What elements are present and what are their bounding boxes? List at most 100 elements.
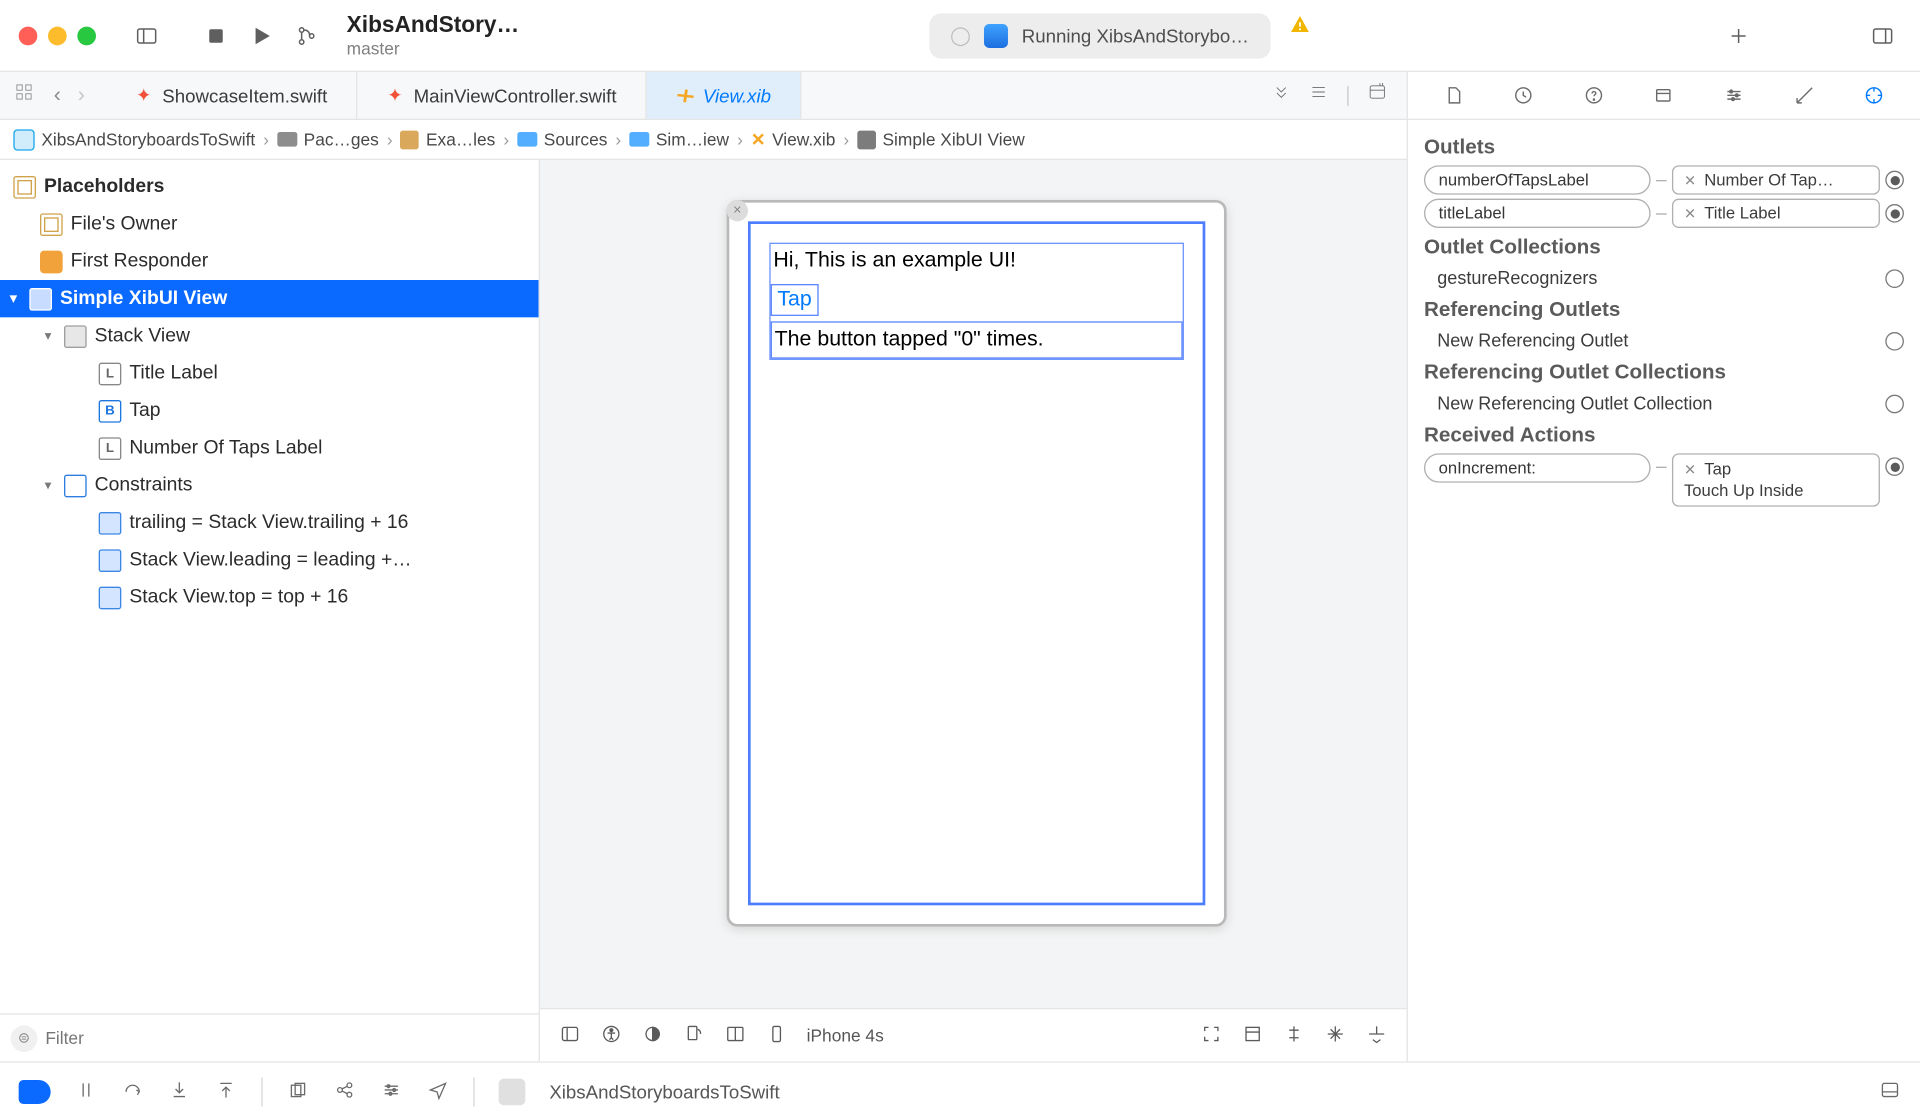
chevron-down-icon[interactable]: ▾	[5, 291, 21, 306]
outline-first-responder[interactable]: First Responder	[0, 243, 539, 280]
simulate-location-button[interactable]	[427, 1078, 450, 1105]
app-project-icon	[13, 129, 34, 150]
device-button[interactable]	[765, 1022, 788, 1049]
xib-icon: ✕	[671, 82, 698, 109]
chevron-down-icon[interactable]: ▾	[40, 329, 56, 344]
ib-canvas: × Hi, This is an example UI! Tap The but…	[540, 160, 1407, 1061]
filter-icon[interactable]: ⊜	[11, 1025, 38, 1052]
outline-label: Simple XibUI View	[60, 288, 227, 309]
crumb-viewxib[interactable]: ✕View.xib	[751, 129, 835, 150]
stop-button[interactable]	[197, 17, 234, 54]
step-into-button[interactable]	[168, 1078, 191, 1105]
crumb-simview[interactable]: Sim…iew	[629, 129, 729, 149]
related-items-button[interactable]	[13, 81, 34, 109]
outline-constraint-3[interactable]: Stack View.top = top + 16	[0, 579, 539, 616]
outline-root-view[interactable]: ▾ Simple XibUI View	[0, 280, 539, 317]
outline-stack-view[interactable]: ▾ Stack View	[0, 317, 539, 354]
tap-button[interactable]: Tap	[771, 284, 819, 316]
crumb-project[interactable]: XibsAndStoryboardsToSwift	[13, 129, 255, 150]
align-button[interactable]	[1283, 1022, 1306, 1049]
nav-back-button[interactable]: ‹	[45, 83, 69, 107]
history-inspector-tab[interactable]	[1506, 78, 1541, 113]
connection-dot-icon[interactable]	[1885, 204, 1904, 223]
outline-tap-button[interactable]: B Tap	[0, 392, 539, 429]
document-items-button[interactable]	[1308, 81, 1329, 109]
outline-constraint-1[interactable]: trailing = Stack View.trailing + 16	[0, 504, 539, 541]
step-out-button[interactable]	[215, 1078, 238, 1105]
crumb-packages[interactable]: Pac…ges	[277, 129, 379, 149]
library-add-button[interactable]	[1720, 17, 1757, 54]
connection-dot-icon[interactable]	[1885, 457, 1904, 476]
scheme-branch-button[interactable]	[288, 17, 325, 54]
disconnect-icon[interactable]: ✕	[1684, 171, 1696, 188]
debug-memory-graph-button[interactable]	[333, 1078, 356, 1105]
crumb-examples[interactable]: Exa…les	[401, 129, 496, 149]
connection-dot-icon[interactable]	[1885, 331, 1904, 350]
debug-view-hierarchy-button[interactable]	[287, 1078, 310, 1105]
orientation-button[interactable]	[683, 1022, 706, 1049]
appearance-button[interactable]	[641, 1022, 664, 1049]
toggle-inspector-button[interactable]	[1864, 17, 1901, 54]
scene-close-button[interactable]: ×	[727, 200, 748, 221]
process-name[interactable]: XibsAndStoryboardsToSwift	[549, 1081, 779, 1102]
count-label[interactable]: The button tapped "0" times.	[771, 321, 1183, 358]
recent-files-button[interactable]	[1270, 81, 1291, 109]
tab-mainviewcontroller[interactable]: ✦ MainViewController.swift	[358, 72, 647, 119]
toggle-outline-button[interactable]	[559, 1022, 582, 1049]
adjust-editor-button[interactable]	[1367, 81, 1388, 109]
disconnect-icon[interactable]: ✕	[1684, 205, 1696, 222]
outline-placeholders-group[interactable]: Placeholders	[0, 168, 539, 205]
outline-taps-label[interactable]: L Number Of Taps Label	[0, 429, 539, 466]
outlet-name[interactable]: numberOfTapsLabel	[1424, 165, 1651, 194]
environment-overrides-button[interactable]	[380, 1078, 403, 1105]
pin-button[interactable]	[1324, 1022, 1347, 1049]
zoom-window-button[interactable]	[77, 26, 96, 45]
step-over-button[interactable]	[121, 1078, 144, 1105]
toggle-debug-area-button[interactable]	[1879, 1078, 1902, 1105]
tab-showcaseitem[interactable]: ✦ ShowcaseItem.swift	[107, 72, 358, 119]
zoom-to-fit-button[interactable]	[1200, 1022, 1223, 1049]
connections-inspector-tab[interactable]	[1857, 78, 1892, 113]
breakpoint-toggle-button[interactable]	[19, 1079, 51, 1103]
accessibility-button[interactable]	[600, 1022, 623, 1049]
crumb-rootview[interactable]: Simple XibUI View	[857, 129, 1025, 149]
crumb-sources[interactable]: Sources	[517, 129, 607, 149]
warnings-indicator[interactable]	[1289, 13, 1310, 58]
outline-title-label[interactable]: L Title Label	[0, 355, 539, 392]
connection-dot-icon[interactable]	[1885, 269, 1904, 288]
outline-files-owner[interactable]: File's Owner	[0, 205, 539, 242]
close-window-button[interactable]	[19, 26, 38, 45]
nav-forward-button[interactable]: ›	[69, 83, 93, 107]
outline-constraints-group[interactable]: ▾ Constraints	[0, 467, 539, 504]
outlet-name[interactable]: titleLabel	[1424, 199, 1651, 228]
stack-view[interactable]: Hi, This is an example UI! Tap The butto…	[769, 243, 1184, 360]
file-inspector-tab[interactable]	[1436, 78, 1471, 113]
size-inspector-tab[interactable]	[1787, 78, 1822, 113]
canvas-viewport[interactable]: × Hi, This is an example UI! Tap The but…	[540, 160, 1407, 1008]
chevron-down-icon[interactable]: ▾	[40, 478, 56, 493]
connection-dot-icon[interactable]	[1885, 171, 1904, 190]
resolve-issues-button[interactable]	[1365, 1022, 1388, 1049]
outlet-row-titlelabel: titleLabel ✕Title Label	[1424, 199, 1904, 228]
root-view-selection[interactable]: Hi, This is an example UI! Tap The butto…	[748, 221, 1205, 905]
toggle-navigator-button[interactable]	[128, 17, 165, 54]
project-title[interactable]: XibsAndStory… master	[347, 12, 520, 59]
tab-view-xib[interactable]: ✕ View.xib	[647, 72, 801, 119]
attributes-inspector-tab[interactable]	[1717, 78, 1752, 113]
outline-filter-input[interactable]	[45, 1028, 528, 1048]
title-label[interactable]: Hi, This is an example UI!	[771, 244, 1183, 279]
connection-dot-icon[interactable]	[1885, 394, 1904, 413]
embed-button[interactable]	[1241, 1022, 1264, 1049]
minimize-window-button[interactable]	[48, 26, 67, 45]
outline-constraint-2[interactable]: Stack View.leading = leading +…	[0, 541, 539, 578]
help-inspector-tab[interactable]	[1577, 78, 1612, 113]
pause-button[interactable]	[75, 1078, 98, 1105]
activity-pill[interactable]: ◯ Running XibsAndStorybo…	[929, 13, 1270, 58]
device-frame[interactable]: × Hi, This is an example UI! Tap The but…	[727, 200, 1227, 927]
device-label[interactable]: iPhone 4s	[807, 1025, 884, 1045]
run-button[interactable]	[243, 17, 280, 54]
layout-button[interactable]	[724, 1022, 747, 1049]
action-name[interactable]: onIncrement:	[1424, 453, 1651, 482]
disconnect-icon[interactable]: ✕	[1684, 461, 1696, 478]
identity-inspector-tab[interactable]	[1647, 78, 1682, 113]
